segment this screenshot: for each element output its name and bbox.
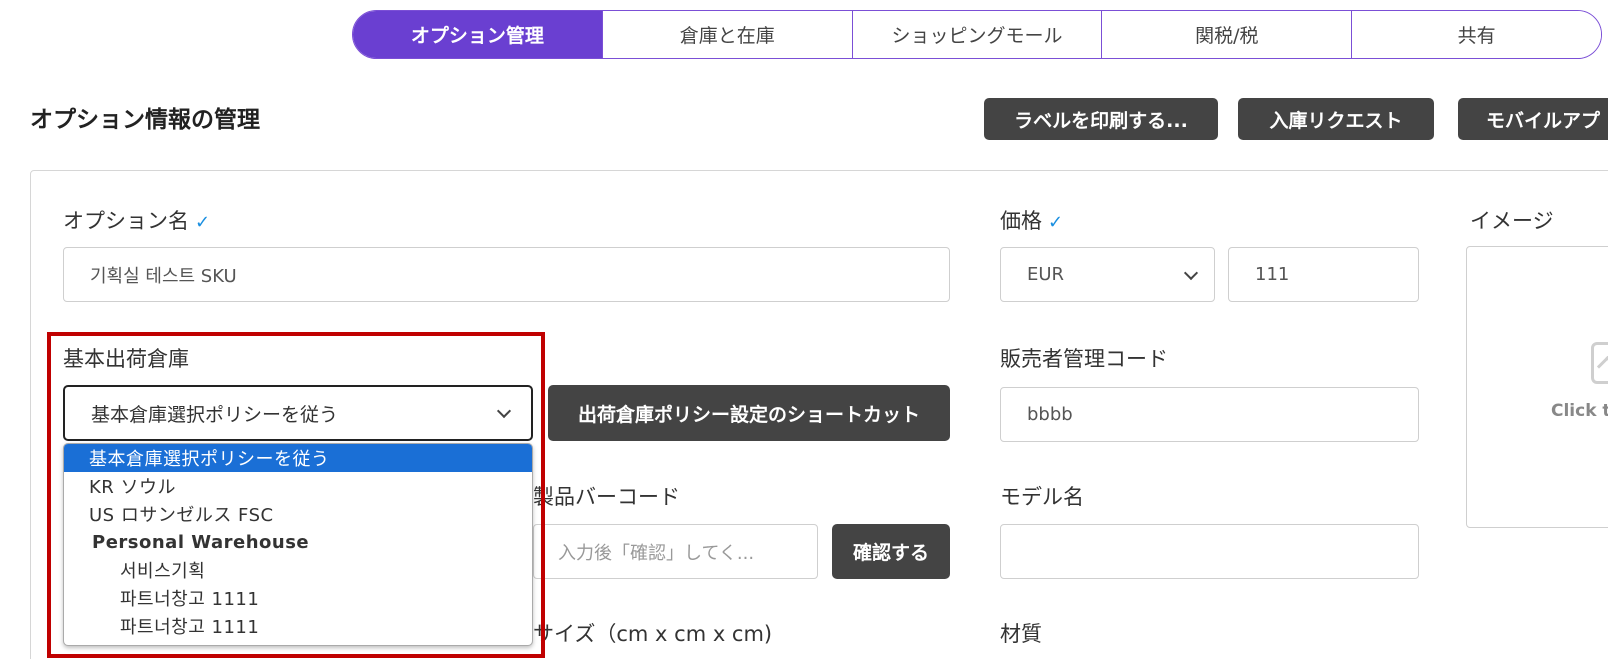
barcode-label: 製品バーコード	[533, 485, 680, 509]
option-name-input[interactable]: 기획실 테스트 SKU	[63, 247, 950, 302]
dropdown-option[interactable]: 서비스기획	[64, 556, 532, 584]
tab-shared[interactable]: 共有	[1352, 11, 1601, 58]
option-name-label: オプション名 ✓	[63, 205, 210, 235]
size-label: サイズ（cm x cm x cm)	[533, 622, 773, 646]
material-label: 材質	[1000, 622, 1042, 646]
price-label-text: 価格	[1000, 209, 1042, 233]
chevron-down-icon	[496, 403, 512, 419]
required-check-icon: ✓	[1048, 212, 1064, 233]
tab-customs-tax[interactable]: 関税/税	[1102, 11, 1353, 58]
dropdown-option[interactable]: 基本倉庫選択ポリシーを従う	[64, 444, 532, 472]
model-name-input[interactable]	[1000, 524, 1419, 579]
image-upload-box[interactable]: Click to	[1466, 246, 1608, 528]
seller-code-input[interactable]: bbbb	[1000, 387, 1419, 442]
dropdown-option[interactable]: US ロサンゼルス FSC	[64, 500, 532, 528]
tab-option-management[interactable]: オプション管理	[353, 11, 603, 58]
default-warehouse-value: 基本倉庫選択ポリシーを従う	[91, 403, 339, 426]
page-title: オプション情報の管理	[30, 107, 260, 133]
confirm-barcode-button[interactable]: 確認する	[832, 524, 950, 579]
default-warehouse-label: 基本出荷倉庫	[63, 347, 189, 371]
dropdown-option[interactable]: KR ソウル	[64, 472, 532, 500]
price-label: 価格 ✓	[1000, 205, 1063, 235]
print-label-button[interactable]: ラベルを印刷する...	[984, 98, 1218, 140]
image-upload-hint: Click to	[1551, 401, 1608, 421]
inbound-request-button[interactable]: 入庫リクエスト	[1238, 98, 1434, 140]
mobile-app-button[interactable]: モバイルアプ	[1458, 98, 1608, 140]
image-label: イメージ	[1470, 209, 1554, 233]
warehouse-policy-shortcut-button[interactable]: 出荷倉庫ポリシー設定のショートカット	[548, 385, 950, 441]
dropdown-group-label: Personal Warehouse	[92, 531, 310, 553]
default-warehouse-select[interactable]: 基本倉庫選択ポリシーを従う	[63, 385, 533, 441]
currency-select[interactable]: EUR	[1000, 247, 1215, 302]
price-input[interactable]: 111	[1228, 247, 1419, 302]
barcode-input[interactable]: 入力後「確認」してく...	[533, 524, 818, 579]
option-name-label-text: オプション名	[63, 209, 189, 233]
dropdown-option[interactable]: 파트너창고 1111	[64, 584, 532, 612]
tab-warehouse-inventory[interactable]: 倉庫と在庫	[602, 11, 853, 58]
tab-shopping-mall[interactable]: ショッピングモール	[852, 11, 1103, 58]
model-name-label: モデル名	[1000, 485, 1084, 509]
currency-value: EUR	[1027, 264, 1065, 285]
chevron-down-icon	[1183, 265, 1199, 280]
image-icon	[1591, 342, 1608, 384]
seller-code-label: 販売者管理コード	[1000, 347, 1168, 371]
dropdown-option[interactable]: 파트너창고 1111	[64, 612, 532, 640]
top-tab-bar: オプション管理 倉庫と在庫 ショッピングモール 関税/税 共有	[352, 10, 1602, 59]
required-check-icon: ✓	[195, 212, 211, 233]
warehouse-dropdown-list: 基本倉庫選択ポリシーを従う KR ソウル US ロサンゼルス FSC Perso…	[63, 443, 533, 646]
